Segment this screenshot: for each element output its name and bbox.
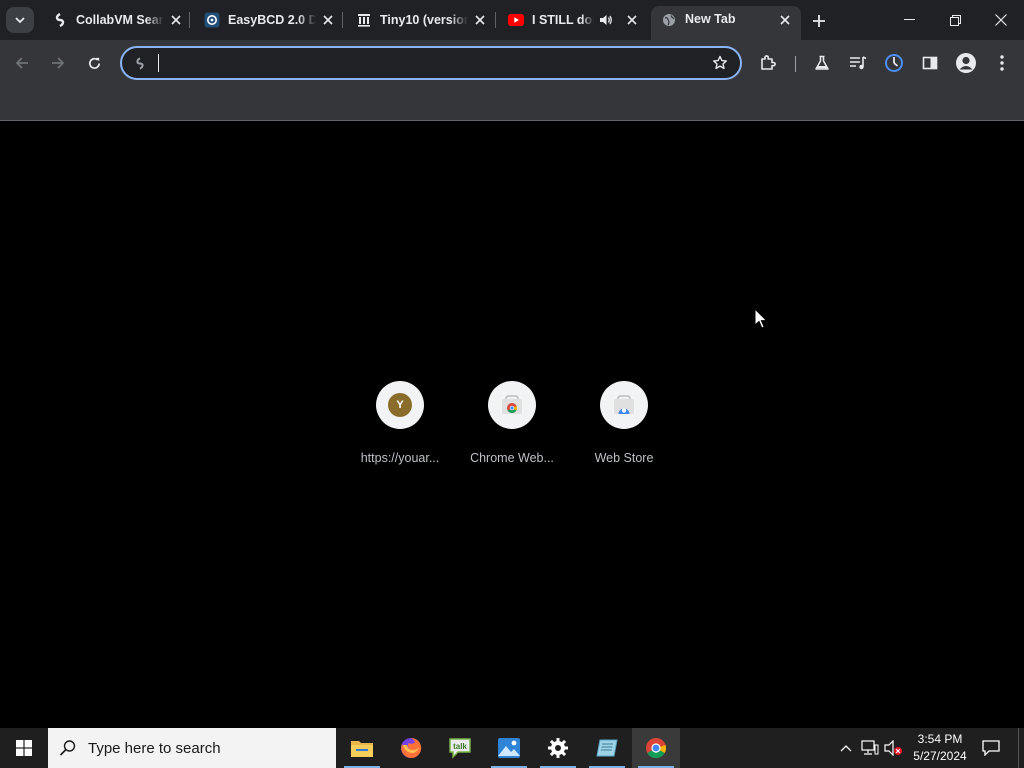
tab-collabvm[interactable]: CollabVM Search	[42, 6, 192, 34]
chevron-down-icon	[15, 17, 25, 24]
labs-flask-icon[interactable]	[808, 49, 836, 77]
svg-text:talk: talk	[453, 742, 467, 751]
tab-strip: CollabVM Search EasyBCD 2.0 Download Tin…	[0, 0, 1024, 40]
toolbar-separator	[795, 56, 796, 72]
show-desktop-button[interactable]	[1018, 728, 1024, 768]
restore-button[interactable]	[932, 0, 978, 40]
archive-org-icon	[356, 12, 372, 28]
close-tab-icon[interactable]	[472, 12, 488, 28]
back-button[interactable]	[8, 49, 36, 77]
tab-easybcd[interactable]: EasyBCD 2.0 Download	[194, 6, 344, 34]
tab-title: Tiny10 (version	[380, 13, 468, 27]
side-panel-icon[interactable]	[916, 49, 944, 77]
network-icon[interactable]	[860, 738, 880, 758]
media-controls-icon[interactable]	[844, 49, 872, 77]
speaker-icon[interactable]	[598, 12, 614, 28]
collabvm-icon	[52, 12, 68, 28]
tab-title: CollabVM Search	[76, 13, 164, 27]
chevron-up-icon[interactable]	[836, 738, 856, 758]
globe-icon	[661, 12, 677, 28]
shortcut-tile[interactable]: Chrome Web...	[456, 378, 568, 468]
shortcut-tile[interactable]: Y https://youar...	[344, 378, 456, 468]
firefox-icon[interactable]	[387, 728, 435, 768]
tab-search-button[interactable]	[6, 7, 34, 33]
close-tab-icon[interactable]	[777, 12, 793, 28]
tab-separator	[495, 12, 496, 28]
start-button[interactable]	[0, 728, 48, 768]
easybcd-icon	[204, 12, 220, 28]
shortcut-label: Web Store	[594, 451, 654, 465]
clock-time: 3:54 PM	[917, 732, 963, 746]
new-tab-button[interactable]	[806, 8, 832, 34]
tab-separator	[342, 12, 343, 28]
tab-title: I STILL don't	[532, 13, 594, 27]
text-caret	[158, 54, 159, 72]
plus-icon	[813, 15, 825, 27]
close-window-button[interactable]	[978, 0, 1024, 40]
tab-new-tab[interactable]: New Tab	[651, 6, 801, 40]
address-input[interactable]	[156, 52, 696, 74]
desktop-screen: CollabVM Search EasyBCD 2.0 Download Tin…	[0, 0, 1024, 768]
file-explorer-icon[interactable]	[338, 728, 386, 768]
windows-taskbar: Type here to search talk 3:54 PM 5/27/20…	[0, 728, 1024, 768]
arrow-right-icon	[52, 57, 65, 69]
address-bar[interactable]	[120, 46, 742, 80]
chrome-web-store-icon	[614, 395, 634, 414]
taskbar-search-box[interactable]: Type here to search	[48, 728, 336, 768]
tab-title: EasyBCD 2.0 Download	[228, 13, 316, 27]
letter-y-avatar: Y	[388, 393, 412, 417]
photos-icon[interactable]	[485, 728, 533, 768]
talk-icon[interactable]: talk	[436, 728, 484, 768]
arrow-left-icon	[15, 57, 28, 69]
youtube-icon	[508, 12, 524, 28]
profile-avatar-icon[interactable]	[952, 49, 980, 77]
extensions-icon[interactable]	[754, 49, 782, 77]
shortcut-label: Chrome Web...	[470, 451, 554, 465]
toolbar-divider	[0, 120, 1024, 121]
forward-button[interactable]	[44, 49, 72, 77]
tab-tiny10[interactable]: Tiny10 (version	[346, 6, 496, 34]
close-tab-icon[interactable]	[624, 12, 640, 28]
shortcut-label: https://youar...	[360, 451, 440, 465]
reload-button[interactable]	[80, 49, 108, 77]
mouse-cursor-icon	[754, 308, 768, 329]
reload-icon	[88, 57, 100, 69]
volume-muted-icon[interactable]	[884, 738, 904, 758]
shortcut-icon-circle	[488, 381, 536, 429]
close-tab-icon[interactable]	[320, 12, 336, 28]
browser-toolbar	[0, 40, 1024, 86]
tab-title: New Tab	[685, 12, 736, 26]
shortcut-icon-circle	[600, 381, 648, 429]
chrome-icon[interactable]	[632, 728, 680, 768]
shortcut-icon-circle: Y	[376, 381, 424, 429]
windows-logo-icon	[16, 740, 32, 756]
settings-gear-icon[interactable]	[534, 728, 582, 768]
close-tab-icon[interactable]	[168, 12, 184, 28]
system-clock[interactable]: 3:54 PM 5/27/2024	[906, 731, 974, 765]
chrome-web-store-icon	[502, 395, 522, 414]
tab-separator	[189, 12, 190, 28]
search-placeholder: Type here to search	[88, 739, 221, 757]
tab-youtube[interactable]: I STILL don't	[498, 6, 648, 34]
collabvm-icon	[132, 55, 148, 71]
notepad-icon[interactable]	[583, 728, 631, 768]
more-menu-icon[interactable]	[988, 49, 1016, 77]
search-icon	[48, 739, 88, 757]
notification-center-icon[interactable]	[980, 738, 1002, 758]
shortcut-tile[interactable]: Web Store	[568, 378, 680, 468]
bookmarks-bar	[0, 86, 1024, 120]
clock-date: 5/27/2024	[913, 749, 967, 763]
performance-icon[interactable]	[880, 49, 908, 77]
bookmark-star-icon[interactable]	[712, 55, 728, 71]
minimize-button[interactable]	[886, 0, 932, 40]
